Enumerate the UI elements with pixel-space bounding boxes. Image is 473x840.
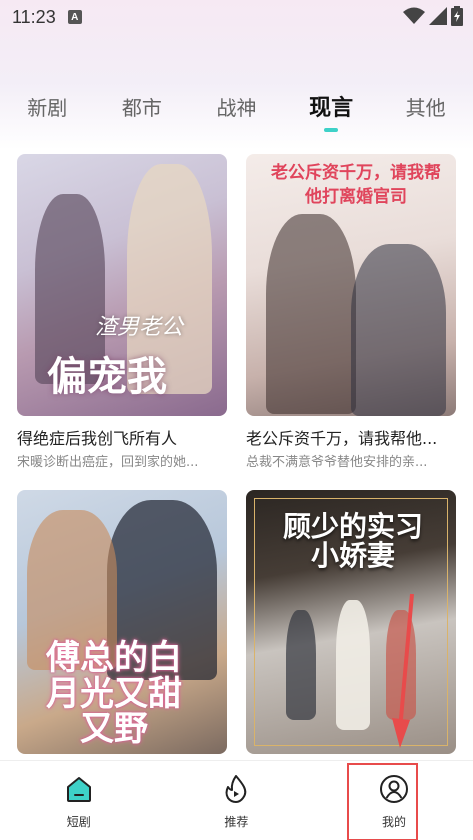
notification-a-icon: A (67, 10, 82, 24)
poster-figure (336, 600, 370, 730)
drama-description: 总裁不满意爷爷替他安排的亲... (246, 455, 428, 469)
poster-figure (351, 244, 446, 416)
battery-icon (451, 6, 463, 26)
drama-title: 得绝症后我创飞所有人 (17, 429, 178, 447)
poster-title: 顾少的实习小娇妻 (282, 510, 423, 573)
drama-card[interactable]: 老公斥资千万，请我帮他打离婚官司 老公斥资千万，请我帮他... 总裁不满意爷爷替… (246, 154, 456, 469)
drama-poster: 渣男老公 偏宠我 (17, 154, 227, 416)
wifi-icon (403, 7, 425, 24)
nav-mine[interactable]: 我的 (315, 761, 473, 840)
nav-label: 推荐 (224, 815, 249, 829)
tab-urban[interactable]: 都市 (95, 82, 190, 132)
drama-card[interactable]: 傅总的白月光又甜又野 (17, 490, 227, 760)
drama-card[interactable]: 渣男老公 偏宠我 得绝症后我创飞所有人 宋暖诊断出癌症，回到家的她... (17, 154, 227, 469)
signal-icon (429, 7, 447, 25)
poster-title: 傅总的白月光又甜又野 (46, 637, 182, 750)
nav-shorts[interactable]: 短剧 (0, 761, 158, 840)
category-tabs: 新剧 都市 战神 现言 其他 (0, 82, 473, 132)
poster-title: 老公斥资千万，请我帮他打离婚官司 (271, 163, 441, 207)
drama-title: 老公斥资千万，请我帮他... (246, 429, 438, 447)
active-tab-indicator (324, 128, 339, 132)
drama-poster: 顾少的实习小娇妻 (246, 490, 456, 754)
nav-recommend[interactable]: 推荐 (158, 761, 316, 840)
flame-play-icon (225, 775, 247, 803)
bottom-navigation: 短剧 推荐 我的 (0, 760, 473, 840)
status-icons (403, 6, 463, 26)
tab-label: 现言 (309, 96, 354, 121)
tab-label: 其他 (405, 96, 446, 120)
nav-label: 短剧 (66, 815, 91, 829)
poster-figure (266, 214, 356, 414)
status-bar: 11:23 A (0, 0, 473, 34)
user-circle-icon (379, 775, 408, 803)
tab-label: 新剧 (27, 96, 68, 120)
drama-poster: 傅总的白月光又甜又野 (17, 490, 227, 754)
status-time: 11:23 (12, 6, 56, 27)
home-icon (66, 777, 91, 802)
red-arrow-annotation (392, 593, 414, 748)
nav-label: 我的 (381, 815, 406, 829)
tab-other[interactable]: 其他 (378, 82, 473, 132)
poster-title: 偏宠我 (47, 353, 167, 400)
tab-modern-romance[interactable]: 现言 (284, 82, 379, 132)
poster-subtitle: 渣男老公 (95, 315, 184, 340)
drama-description: 宋暖诊断出癌症，回到家的她... (17, 455, 199, 469)
tab-label: 战神 (216, 96, 257, 120)
tab-label: 都市 (121, 96, 162, 120)
drama-poster: 老公斥资千万，请我帮他打离婚官司 (246, 154, 456, 416)
tab-war-god[interactable]: 战神 (189, 82, 284, 132)
tab-new[interactable]: 新剧 (0, 82, 95, 132)
poster-figure (286, 610, 316, 720)
drama-card[interactable]: 顾少的实习小娇妻 (246, 490, 456, 760)
